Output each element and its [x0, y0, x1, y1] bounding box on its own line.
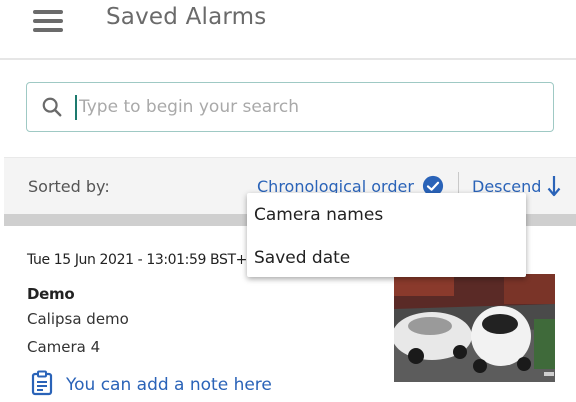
alarm-timestamp: Tue 15 Jun 2021 - 13:01:59 BST+	[27, 252, 247, 268]
alarm-thumbnail[interactable]	[394, 274, 555, 382]
arrow-down-icon[interactable]	[546, 174, 562, 198]
search-box[interactable]	[26, 82, 554, 132]
sort-options-menu: Camera names Saved date	[247, 193, 526, 277]
hamburger-menu-icon[interactable]	[33, 10, 63, 32]
add-note-link[interactable]: You can add a note here	[66, 375, 272, 395]
alarm-site: Demo	[27, 285, 75, 303]
search-input[interactable]	[79, 92, 519, 122]
alarm-camera: Camera 4	[27, 338, 101, 356]
search-icon	[42, 97, 62, 117]
sort-label: Sorted by:	[28, 177, 110, 196]
menu-item-saved-date[interactable]: Saved date	[254, 248, 350, 268]
menu-item-camera-names[interactable]: Camera names	[254, 205, 383, 225]
page-title: Saved Alarms	[106, 4, 267, 30]
app-bar: Saved Alarms	[0, 0, 576, 58]
text-cursor	[75, 95, 77, 120]
header-divider	[0, 58, 576, 60]
clipboard-icon[interactable]	[31, 370, 53, 396]
alarm-group: Calipsa demo	[27, 310, 129, 328]
